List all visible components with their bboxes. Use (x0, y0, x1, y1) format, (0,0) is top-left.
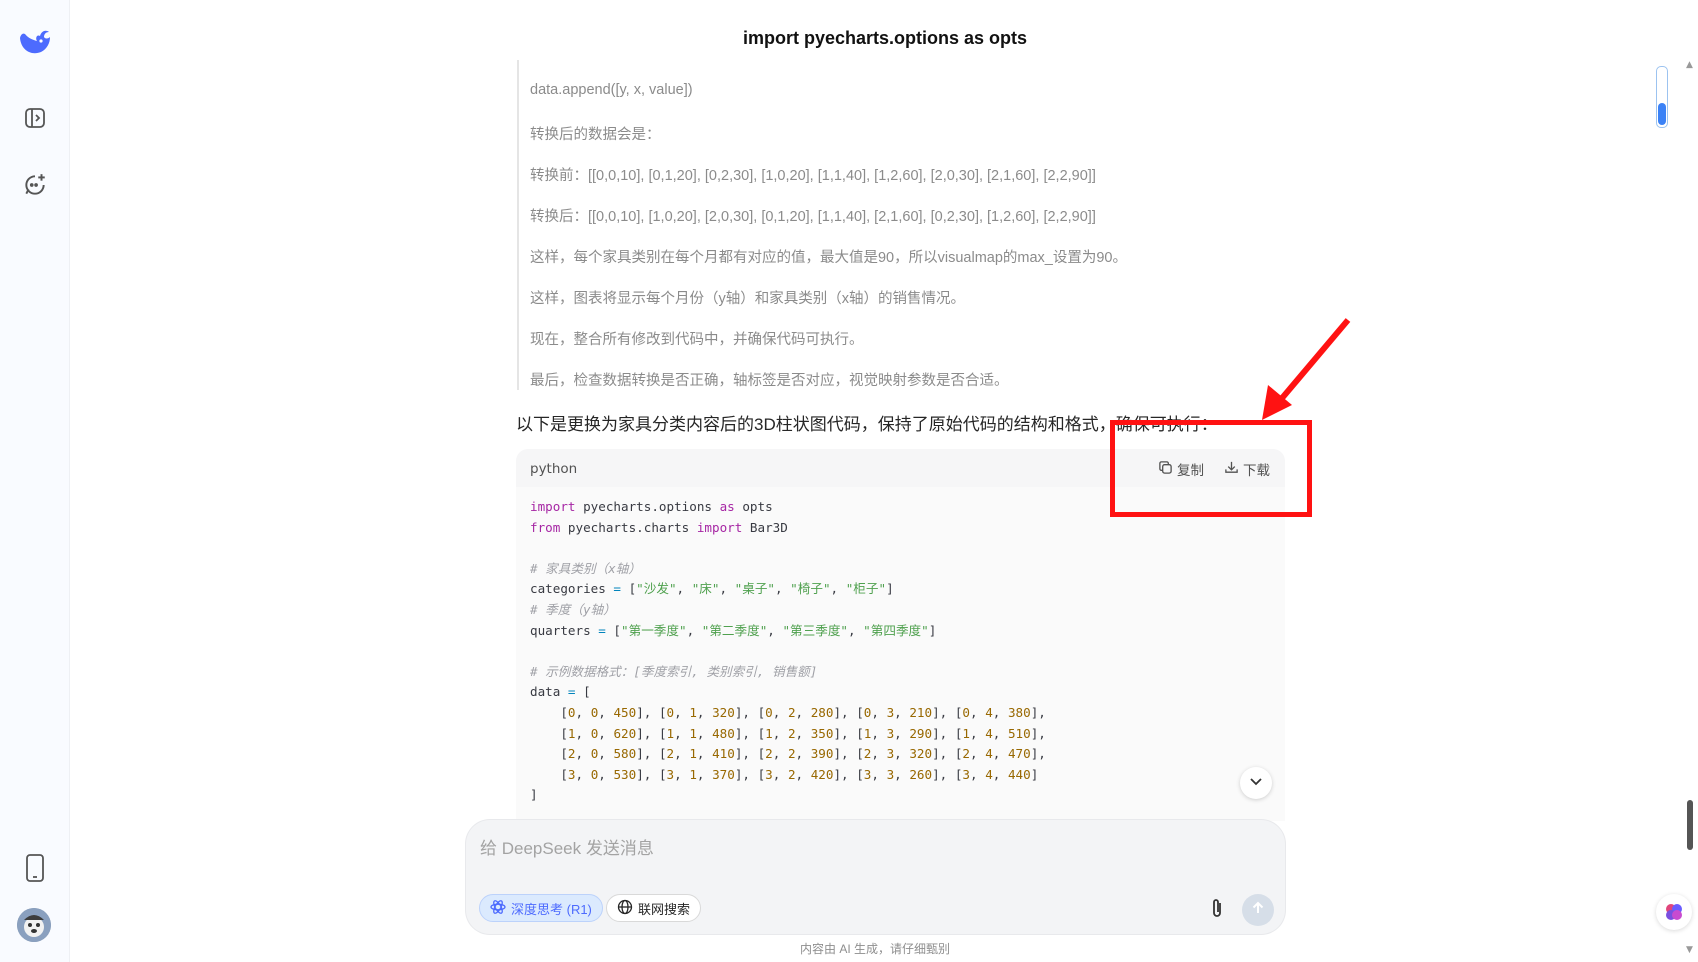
scroll-down-icon[interactable]: ▼ (1686, 945, 1693, 955)
scrollbar-thumb[interactable] (1687, 800, 1693, 850)
conversation-scroll-indicator[interactable] (1656, 66, 1668, 128)
web-search-label: 联网搜索 (638, 901, 691, 917)
send-button[interactable] (1242, 894, 1274, 926)
ai-disclaimer: 内容由 AI 生成，请仔细甄别 (799, 942, 950, 956)
brain-icon[interactable] (1656, 894, 1692, 930)
message-input[interactable]: 给 DeepSeek 发送消息 (480, 834, 654, 859)
arrow-up-icon (1250, 900, 1266, 920)
globe-icon (617, 899, 633, 918)
paperclip-icon[interactable] (1202, 894, 1232, 924)
message-composer[interactable]: 给 DeepSeek 发送消息 深度思考 (R1) 联网搜索 (466, 820, 1285, 934)
scroll-up-icon[interactable]: ▲ (1686, 60, 1693, 70)
web-search-toggle[interactable]: 联网搜索 (606, 894, 702, 922)
deep-think-toggle[interactable]: 深度思考 (R1) (479, 894, 603, 922)
atom-icon (490, 899, 506, 918)
deep-think-label: 深度思考 (R1) (511, 901, 592, 917)
page-scrollbar[interactable]: ▲ ▼ (1685, 60, 1695, 955)
annotation-arrow (1262, 318, 1351, 420)
